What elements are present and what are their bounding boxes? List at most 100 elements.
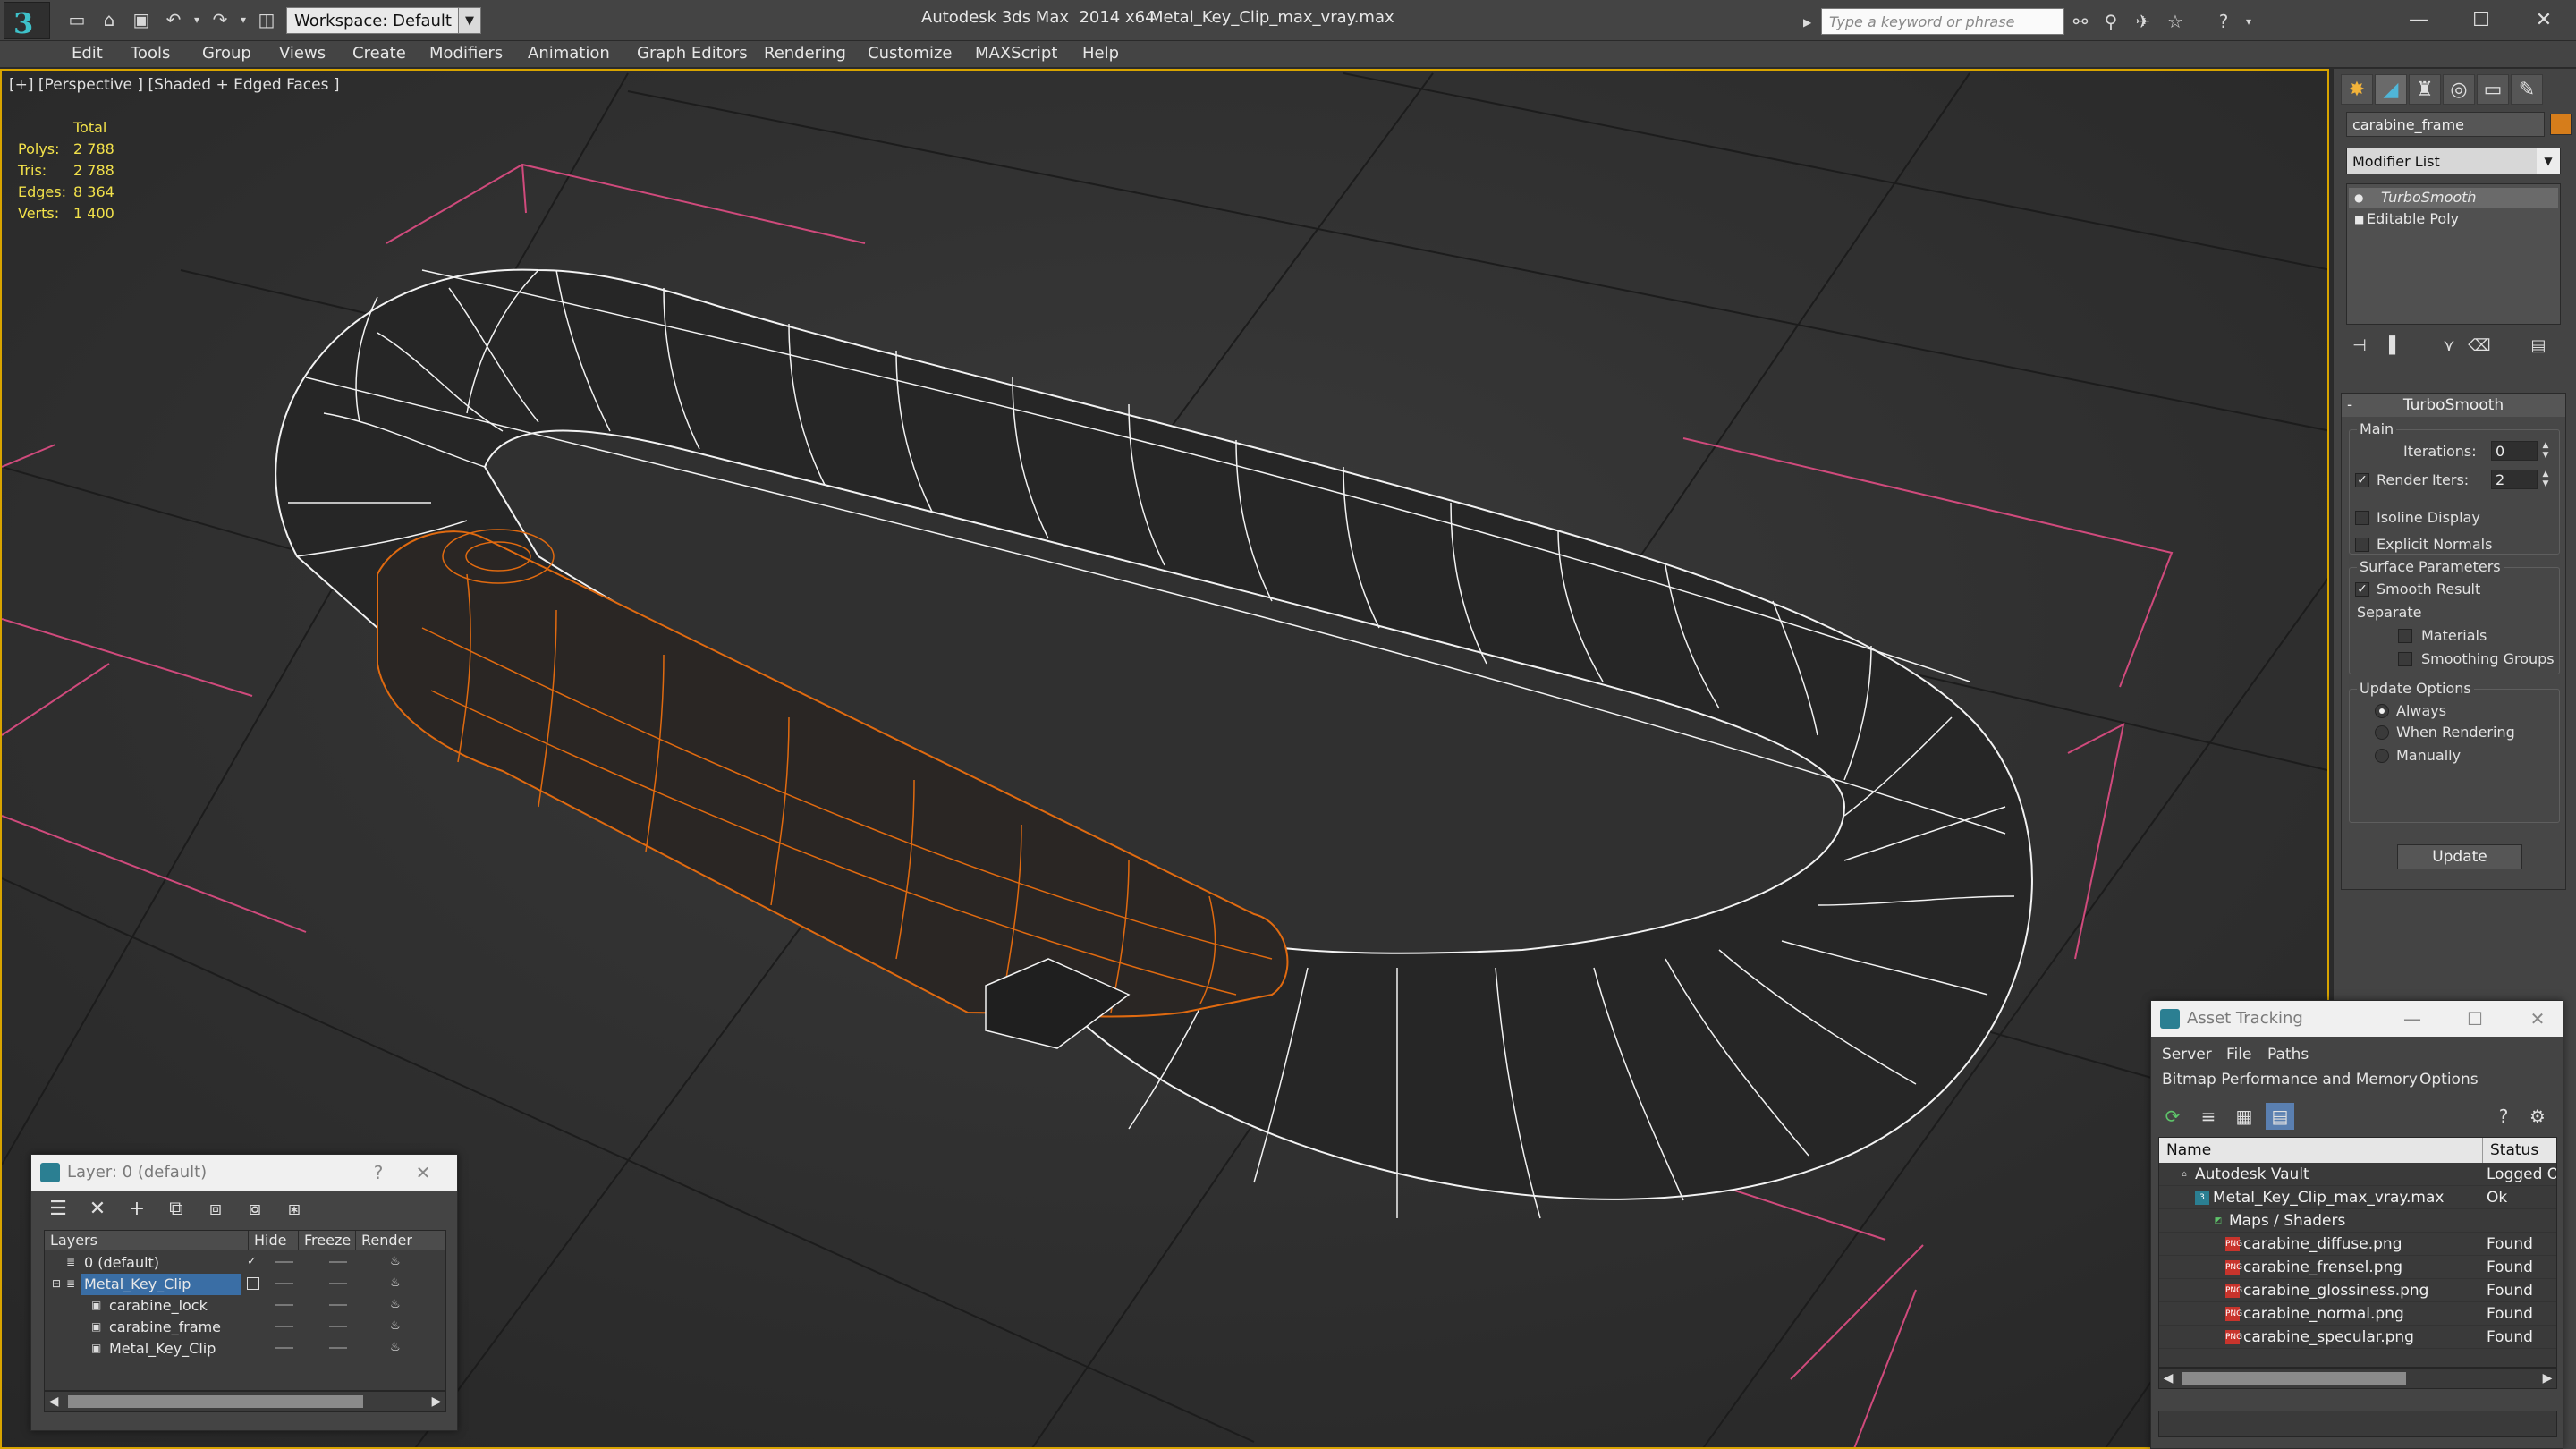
maximize-icon[interactable]: ☐ (2457, 1001, 2493, 1037)
help-icon[interactable]: ? (360, 1155, 396, 1191)
menu-modifiers[interactable]: Modifiers (429, 44, 503, 63)
render-teapot-icon[interactable]: ♨ (390, 1256, 406, 1268)
layer-row[interactable]: ≣ 0 (default) ✓ ♨ (45, 1252, 445, 1274)
configure-modifier-sets-icon[interactable]: ▤ (2525, 334, 2552, 359)
smooth-result-checkbox[interactable]: ✓ (2355, 582, 2369, 597)
collapse-icon[interactable]: ⊟ (52, 1277, 64, 1290)
column-render[interactable]: Render (356, 1231, 445, 1250)
modify-tab-icon[interactable]: ◢ (2375, 74, 2407, 105)
asset-row[interactable]: PNG carabine_diffuse.png Found (2159, 1233, 2556, 1256)
freeze-toggle[interactable] (329, 1326, 347, 1327)
hide-toggle[interactable] (275, 1304, 293, 1306)
manually-radio[interactable] (2375, 749, 2389, 763)
render-teapot-icon[interactable]: ♨ (390, 1277, 406, 1290)
scroll-right-icon[interactable]: ▶ (2538, 1368, 2556, 1388)
viewport-label[interactable]: [+] [Perspective ] [Shaded + Edged Faces… (9, 76, 339, 94)
asset-row[interactable]: 3 Metal_Key_Clip_max_vray.max Ok (2159, 1186, 2556, 1209)
menu-tools[interactable]: Tools (131, 44, 170, 63)
column-freeze[interactable]: Freeze (299, 1231, 356, 1250)
undo-dropdown-icon[interactable]: ▾ (184, 7, 209, 32)
workspace-dropdown-icon[interactable]: ▼ (458, 7, 481, 34)
hierarchy-tab-icon[interactable]: ♜ (2409, 74, 2441, 105)
object-color-swatch[interactable] (2550, 114, 2572, 135)
object-name-field[interactable]: carabine_frame (2346, 112, 2545, 137)
pin-stack-icon[interactable]: ⊣ (2346, 334, 2373, 359)
menu-edit[interactable]: Edit (72, 44, 103, 63)
asset-row[interactable]: PNG carabine_normal.png Found (2159, 1302, 2556, 1326)
menu-paths[interactable]: Paths (2267, 1046, 2309, 1063)
layer-window-titlebar[interactable]: Layer: 0 (default) ? ✕ (31, 1155, 457, 1191)
active-layer-box-icon[interactable] (247, 1277, 259, 1290)
search-expand-icon[interactable]: ▶ (1803, 11, 1818, 34)
redo-dropdown-icon[interactable]: ▾ (231, 7, 256, 32)
column-layers[interactable]: Layers (45, 1231, 249, 1250)
favorites-star-icon[interactable]: ☆ (2163, 10, 2188, 33)
menu-help[interactable]: Help (1082, 44, 1119, 63)
freeze-toggle[interactable] (329, 1304, 347, 1306)
menu-group[interactable]: Group (202, 44, 251, 63)
expand-icon[interactable]: ■ (2354, 214, 2365, 225)
add-layer-icon[interactable]: + (119, 1196, 155, 1223)
minimize-icon[interactable]: — (2394, 1001, 2430, 1037)
menu-rendering[interactable]: Rendering (764, 44, 846, 63)
scroll-left-icon[interactable]: ◀ (45, 1392, 63, 1411)
hide-toggle[interactable] (275, 1283, 293, 1284)
table-view-icon[interactable]: ▤ (2266, 1103, 2294, 1130)
when-rendering-radio[interactable] (2375, 725, 2389, 740)
menu-animation[interactable]: Animation (528, 44, 610, 63)
close-icon[interactable]: ✕ (405, 1155, 441, 1191)
settings-icon[interactable]: ⚙ (2523, 1103, 2552, 1130)
minimize-icon[interactable]: — (2392, 4, 2445, 38)
layer-manager-icon[interactable]: ☰ (40, 1196, 76, 1223)
asset-horizontal-scrollbar[interactable]: ◀ ▶ (2158, 1368, 2557, 1389)
select-objects-icon[interactable]: ⧉ (158, 1196, 194, 1223)
highlight-layer-icon[interactable]: ⧈ (198, 1196, 233, 1223)
hide-toggle[interactable] (275, 1326, 293, 1327)
asset-row[interactable]: ◩ Maps / Shaders (2159, 1209, 2556, 1233)
freeze-all-layers-icon[interactable]: ⧆ (276, 1196, 312, 1223)
display-tab-icon[interactable]: ▭ (2477, 74, 2509, 105)
iterations-spinner[interactable]: 0 (2491, 441, 2538, 461)
make-unique-icon[interactable]: ⋎ (2436, 334, 2462, 359)
redo-icon[interactable]: ↷ (208, 7, 233, 32)
utilities-tab-icon[interactable]: ✎ (2511, 74, 2543, 105)
rollout-header[interactable]: - TurboSmooth (2342, 394, 2565, 417)
app-menu-button[interactable]: 3 (4, 2, 50, 40)
freeze-toggle[interactable] (329, 1283, 347, 1284)
freeze-toggle[interactable] (329, 1347, 347, 1349)
render-teapot-icon[interactable]: ♨ (390, 1342, 406, 1354)
close-icon[interactable]: ✕ (2517, 4, 2571, 38)
menu-views[interactable]: Views (279, 44, 326, 63)
layer-horizontal-scrollbar[interactable]: ◀ ▶ (44, 1391, 446, 1412)
menu-graph-editors[interactable]: Graph Editors (637, 44, 748, 63)
create-tab-icon[interactable]: ✸ (2341, 74, 2373, 105)
layer-object-row[interactable]: ▣ carabine_lock ♨ (45, 1295, 445, 1317)
menu-bitmap-performance[interactable]: Bitmap Performance and Memory (2162, 1071, 2418, 1089)
list-view-icon[interactable]: ≡ (2194, 1103, 2223, 1130)
remove-modifier-icon[interactable]: ⌫ (2466, 334, 2493, 359)
lightbulb-icon[interactable]: ● (2354, 192, 2365, 203)
asset-row[interactable]: ⌂ Autodesk Vault Logged O (2159, 1163, 2556, 1186)
isoline-display-checkbox[interactable] (2355, 511, 2369, 525)
delete-layer-icon[interactable]: ✕ (80, 1196, 115, 1223)
dropdown-arrow-icon[interactable]: ▼ (2537, 148, 2560, 174)
project-folder-icon[interactable]: ◫ (254, 7, 279, 32)
show-end-result-icon[interactable]: ▌ (2382, 334, 2409, 359)
materials-checkbox[interactable] (2398, 629, 2412, 643)
help-dropdown-icon[interactable]: ▾ (2236, 10, 2261, 33)
always-radio[interactable] (2375, 704, 2389, 718)
render-teapot-icon[interactable]: ♨ (390, 1299, 406, 1311)
communication-center-icon[interactable]: ✈ (2131, 10, 2156, 33)
modifier-list-dropdown[interactable]: Modifier List ▼ (2346, 148, 2561, 174)
render-iters-checkbox[interactable]: ✓ (2355, 473, 2369, 487)
layer-object-row[interactable]: ▣ carabine_frame ♨ (45, 1317, 445, 1338)
menu-file[interactable]: File (2226, 1046, 2251, 1063)
spinner-arrows-icon[interactable]: ▲ ▼ (2539, 441, 2552, 461)
scroll-left-icon[interactable]: ◀ (2159, 1368, 2177, 1388)
stack-item-turbosmooth[interactable]: ● TurboSmooth (2349, 188, 2558, 208)
undo-icon[interactable]: ↶ (161, 7, 186, 32)
spinner-arrows-icon[interactable]: ▲ ▼ (2539, 470, 2552, 489)
asset-row[interactable]: PNG carabine_specular.png Found (2159, 1326, 2556, 1349)
workspace-selector[interactable]: Workspace: Default (286, 7, 481, 34)
render-teapot-icon[interactable]: ♨ (390, 1320, 406, 1333)
